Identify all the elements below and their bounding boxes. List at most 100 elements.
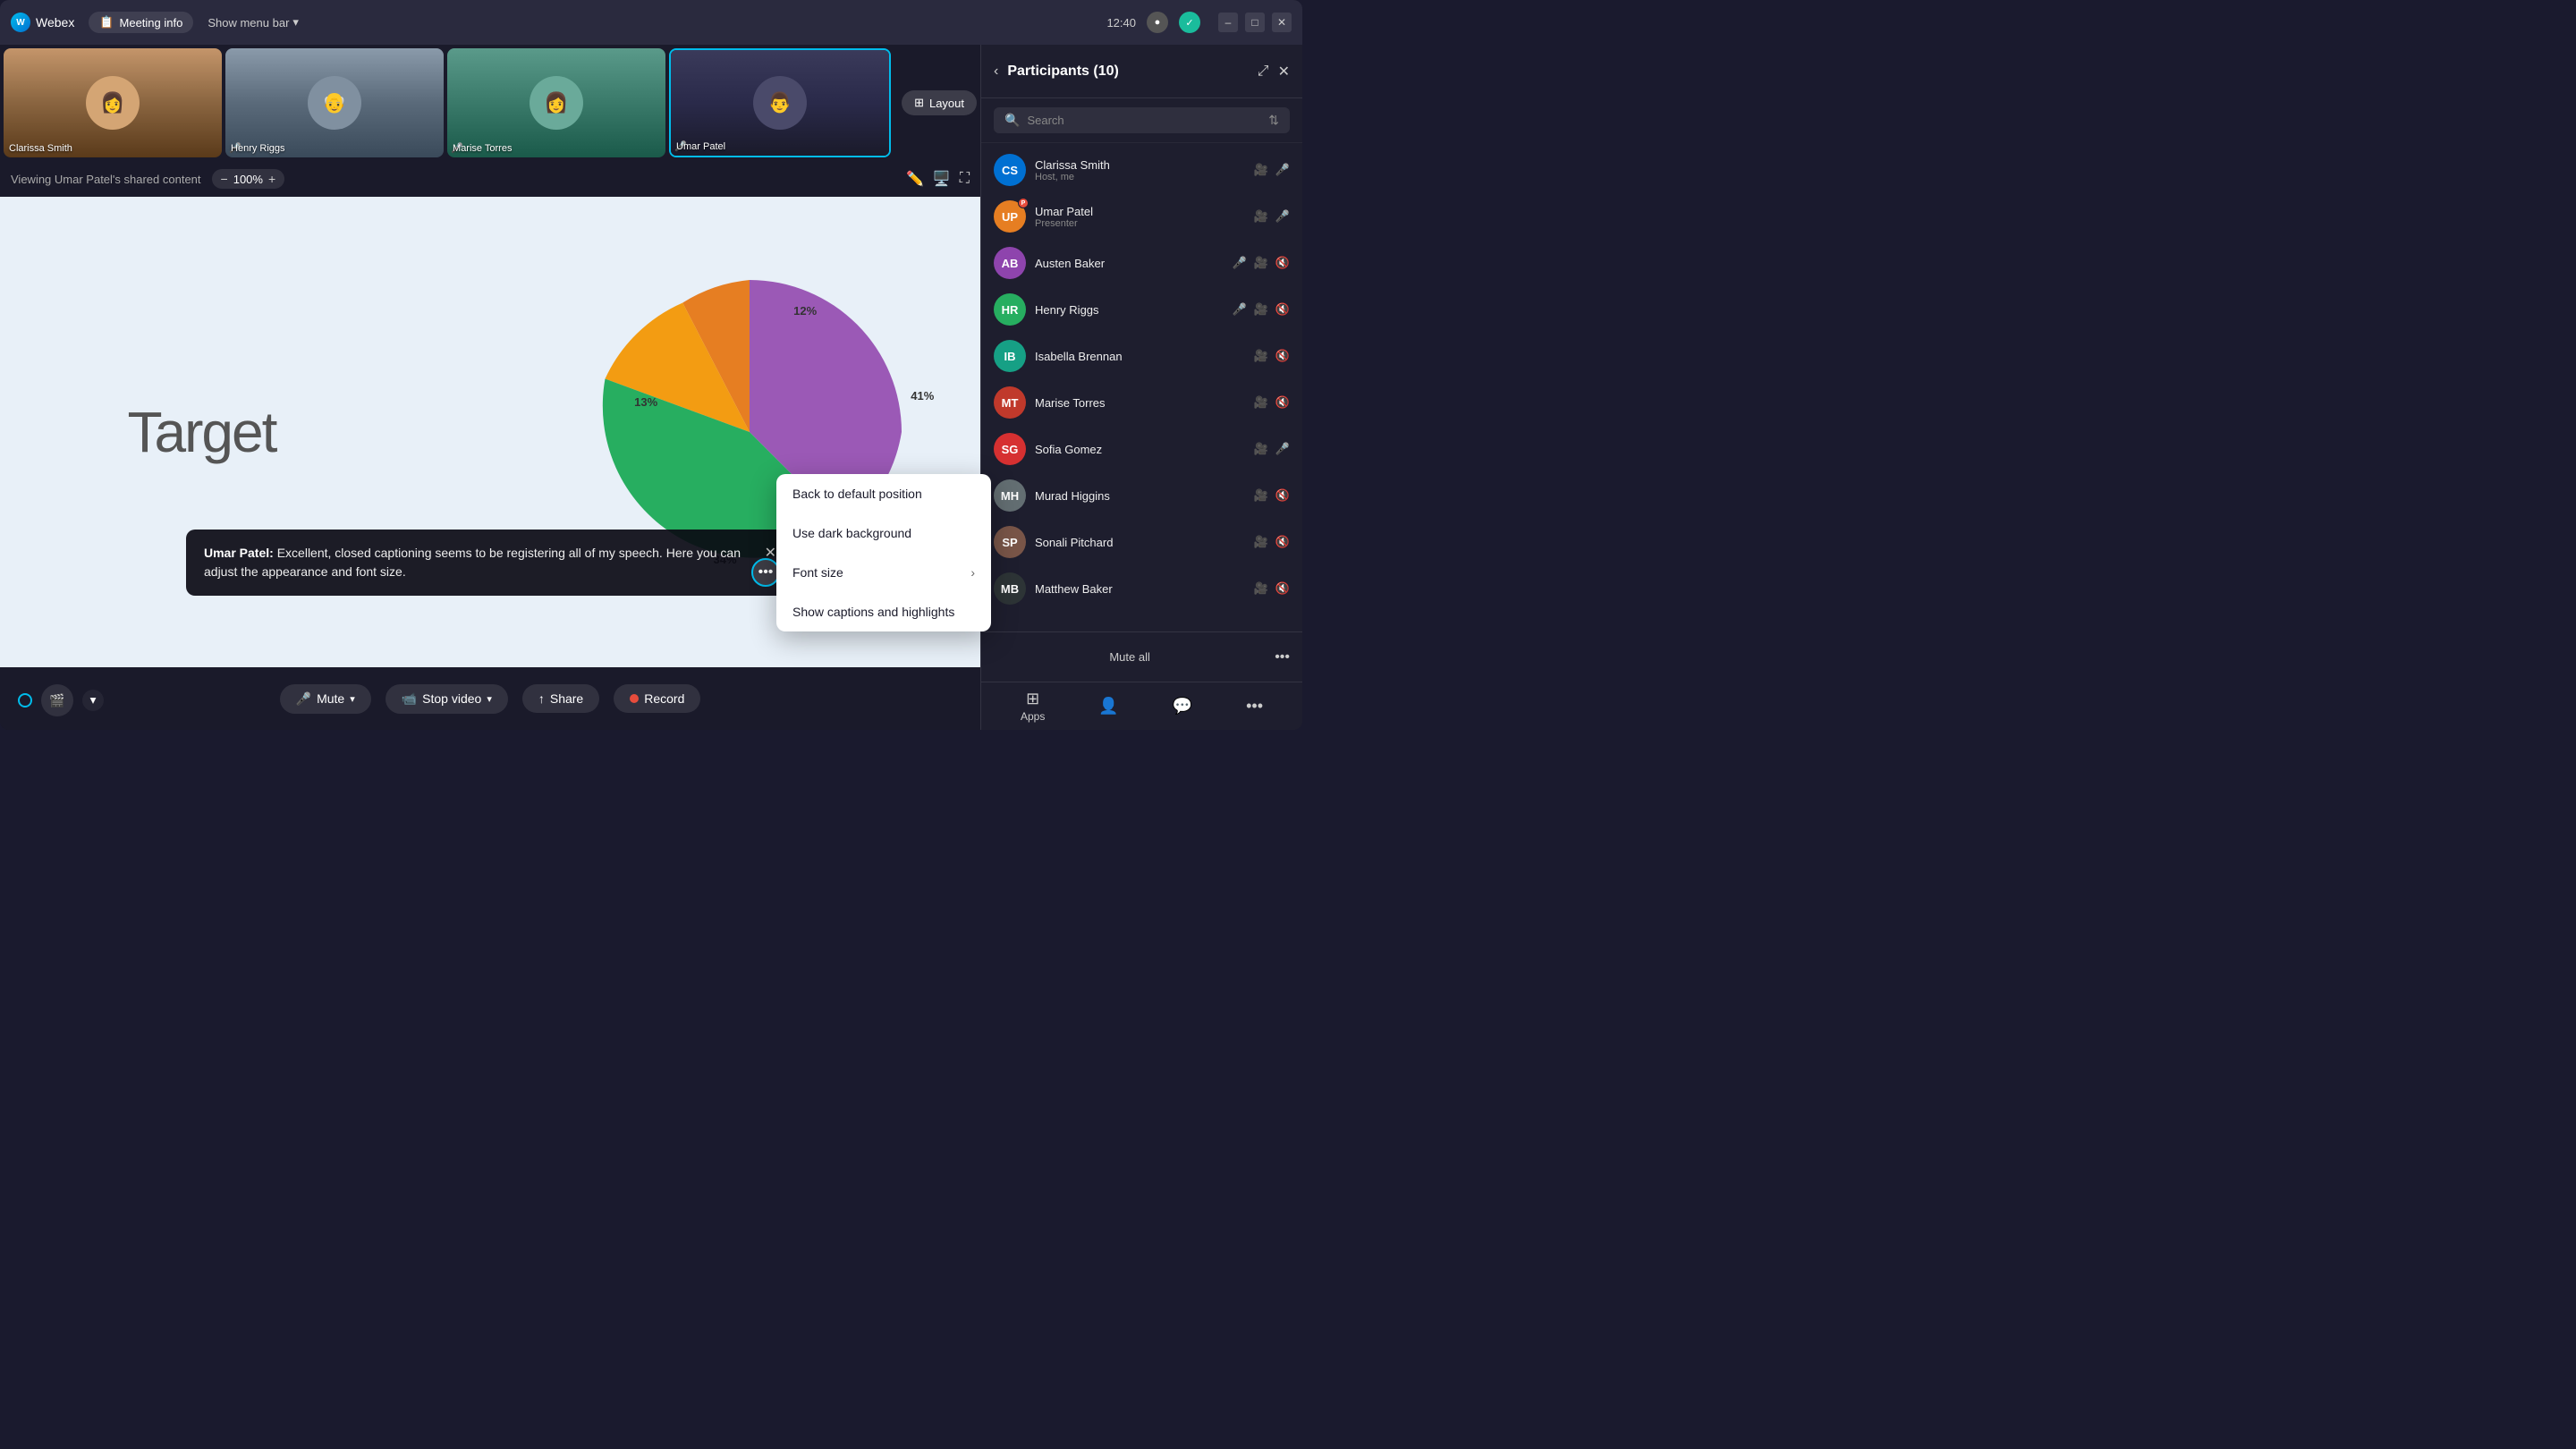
participants-list: CS Clarissa Smith Host, me 🎥 🎤 UP P: [981, 143, 1302, 631]
menu-item-dark-bg[interactable]: Use dark background: [776, 513, 991, 553]
effect-arrow-button[interactable]: ▾: [82, 690, 104, 711]
minimize-button[interactable]: –: [1218, 13, 1238, 32]
thumbnails-bar: 👩 Clarissa Smith 👴 🎤 Henry Riggs 👩 🎤: [0, 45, 980, 161]
time-display: 12:40: [1106, 16, 1136, 30]
menu-item-font-size[interactable]: Font size ›: [776, 553, 991, 592]
thumbnail-umar-label: Umar Patel: [676, 141, 725, 152]
participant-name-umar: Umar Patel: [1035, 205, 1245, 218]
apps-button[interactable]: ⊞ Apps: [1021, 690, 1045, 723]
panel-footer: Mute all •••: [981, 631, 1302, 682]
record-dot-icon: [630, 694, 639, 703]
participant-item-clarissa[interactable]: CS Clarissa Smith Host, me 🎥 🎤: [981, 147, 1302, 193]
participant-item-austen[interactable]: AB Austen Baker 🎤 🎥 🔇: [981, 240, 1302, 286]
caption-overlay: Umar Patel: Excellent, closed captioning…: [186, 530, 794, 596]
participant-info-marise: Marise Torres: [1035, 396, 1245, 410]
search-input[interactable]: [1027, 114, 1261, 127]
participant-name-clarissa: Clarissa Smith: [1035, 158, 1245, 172]
menu-item-back-default[interactable]: Back to default position: [776, 474, 991, 513]
mute-button[interactable]: 🎤 Mute ▾: [280, 684, 371, 714]
participant-item-sonali[interactable]: SP Sonali Pitchard 🎥 🔇: [981, 519, 1302, 565]
panel-more-options-button[interactable]: •••: [1246, 697, 1263, 716]
panel-close-button[interactable]: ✕: [1278, 63, 1290, 80]
stop-video-button[interactable]: 📹 Stop video ▾: [386, 684, 508, 714]
caption-body: Excellent, closed captioning seems to be…: [204, 546, 741, 579]
panel-popout-button[interactable]: ⤢: [1258, 64, 1269, 80]
participant-item-matthew[interactable]: MB Matthew Baker 🎥 🔇: [981, 565, 1302, 612]
participant-item-marise[interactable]: MT Marise Torres 🎥 🔇: [981, 379, 1302, 426]
thumbnail-henry[interactable]: 👴 🎤 Henry Riggs: [225, 48, 444, 157]
close-button[interactable]: ✕: [1272, 13, 1292, 32]
video-icon: 📹: [402, 691, 417, 707]
participant-item-isabella[interactable]: IB Isabella Brennan 🎥 🔇: [981, 333, 1302, 379]
cam-icon-sonali: 🎥: [1254, 535, 1268, 549]
menu-item-back-default-label: Back to default position: [792, 487, 922, 501]
cam-off-icon-austen: 🎤: [1232, 256, 1246, 270]
record-button[interactable]: Record: [614, 684, 700, 713]
participant-name-sonali: Sonali Pitchard: [1035, 536, 1245, 549]
avatar-murad: MH: [994, 479, 1026, 512]
participant-item-murad[interactable]: MH Murad Higgins 🎥 🔇: [981, 472, 1302, 519]
panel-search: 🔍 ⇅: [981, 98, 1302, 143]
participant-role-umar: Presenter: [1035, 218, 1245, 229]
annotate-button[interactable]: ✏️: [906, 170, 924, 188]
people-button[interactable]: 👤: [1098, 697, 1118, 716]
chat-button[interactable]: 💬: [1173, 697, 1192, 716]
thumbnail-clarissa[interactable]: 👩 Clarissa Smith: [4, 48, 222, 157]
zoom-out-button[interactable]: −: [221, 172, 228, 186]
panel-collapse-button[interactable]: ‹: [994, 64, 998, 80]
participant-name-austen: Austen Baker: [1035, 257, 1223, 270]
zoom-in-button[interactable]: +: [268, 172, 275, 186]
screen-share-button[interactable]: 🖥️: [933, 170, 951, 188]
pie-label-13: 13%: [634, 395, 657, 409]
mute-all-button[interactable]: Mute all: [994, 650, 1266, 664]
video-effect-button[interactable]: 🎬: [41, 684, 73, 716]
cam-icon-marise: 🎥: [1254, 395, 1268, 410]
participant-item-sofia[interactable]: SG Sofia Gomez 🎥 🎤: [981, 426, 1302, 472]
show-menu-button[interactable]: Show menu bar ▾: [208, 15, 299, 30]
participant-item-umar[interactable]: UP P Umar Patel Presenter 🎥 🎤: [981, 193, 1302, 240]
right-panel: ‹ Participants (10) ⤢ ✕ 🔍 ⇅ CS: [980, 45, 1302, 730]
meeting-info-button[interactable]: 📋 Meeting info: [89, 12, 193, 33]
maximize-button[interactable]: □: [1245, 13, 1265, 32]
cam-icon-henry: 🎥: [1254, 302, 1268, 317]
menu-item-dark-bg-label: Use dark background: [792, 526, 911, 540]
toolbar-icons: ✏️ 🖥️ ⛶: [906, 170, 970, 188]
share-label: Share: [550, 691, 583, 706]
mic-muted-icon-marise: 🔇: [1275, 395, 1290, 410]
sort-button[interactable]: ⇅: [1268, 113, 1279, 128]
thumbnail-marise-label: Marise Torres: [453, 143, 512, 154]
participant-name-murad: Murad Higgins: [1035, 489, 1245, 503]
shared-content: Viewing Umar Patel's shared content − 10…: [0, 161, 980, 730]
layout-button[interactable]: ⊞ Layout: [902, 90, 977, 115]
mic-muted-icon-henry: 🔇: [1275, 302, 1290, 317]
pie-label-12: 12%: [793, 304, 817, 318]
menu-item-captions-highlights[interactable]: Show captions and highlights: [776, 592, 991, 631]
activity-indicator: [18, 693, 32, 708]
participant-name-henry: Henry Riggs: [1035, 303, 1223, 317]
thumbnail-umar[interactable]: 👨 🎤 Umar Patel: [669, 48, 891, 157]
fullscreen-button[interactable]: ⛶: [960, 170, 970, 188]
webex-logo-icon: W: [11, 13, 30, 32]
zoom-value: 100%: [233, 173, 263, 186]
mic-muted-icon-austen: 🔇: [1275, 256, 1290, 270]
caption-speaker: Umar Patel:: [204, 546, 274, 560]
share-button[interactable]: ↑ Share: [522, 684, 599, 713]
participant-icons-marise: 🎥 🔇: [1254, 395, 1290, 410]
mic-icon-clarissa: 🎤: [1275, 163, 1290, 177]
thumbnail-marise[interactable]: 👩 🎤 Marise Torres: [447, 48, 665, 157]
avatar-isabella: IB: [994, 340, 1026, 372]
menu-item-font-size-label: Font size: [792, 565, 843, 580]
panel-header: ‹ Participants (10) ⤢ ✕: [981, 45, 1302, 98]
center-area: 👩 Clarissa Smith 👴 🎤 Henry Riggs 👩 🎤: [0, 45, 980, 730]
layout-label: Layout: [929, 97, 964, 110]
participant-icons-austen: 🎤 🎥 🔇: [1232, 256, 1290, 270]
panel-more-button[interactable]: •••: [1275, 649, 1290, 665]
search-icon: 🔍: [1004, 113, 1020, 128]
avatar-umar: UP P: [994, 200, 1026, 233]
participant-item-henry[interactable]: HR Henry Riggs 🎤 🎥 🔇: [981, 286, 1302, 333]
context-menu: Back to default position Use dark backgr…: [776, 474, 991, 631]
participant-icons-matthew: 🎥 🔇: [1254, 581, 1290, 596]
participant-icons-henry: 🎤 🎥 🔇: [1232, 302, 1290, 317]
participant-icons-sofia: 🎥 🎤: [1254, 442, 1290, 456]
share-icon: ↑: [538, 691, 545, 706]
